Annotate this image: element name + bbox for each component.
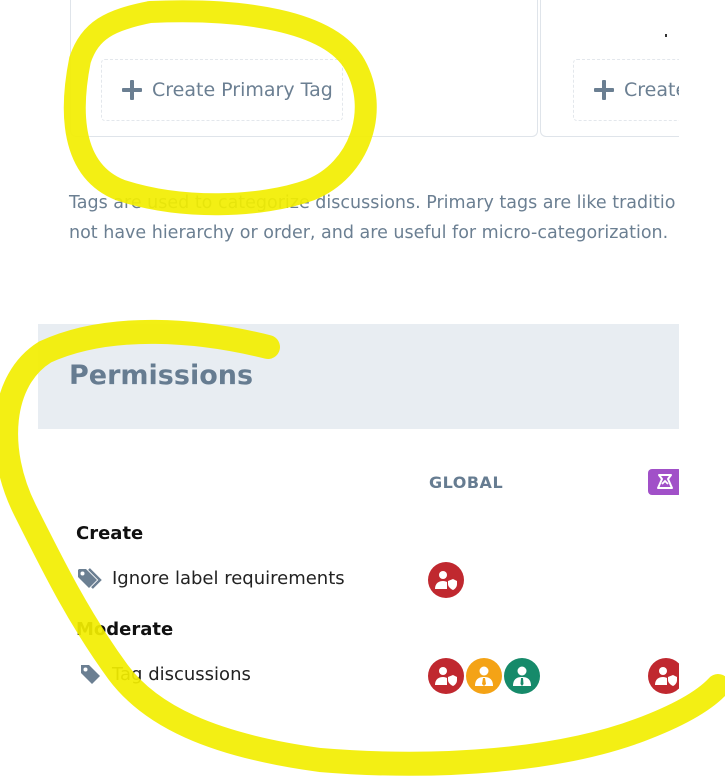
admin-group-badge-tag-column[interactable] [648, 658, 679, 694]
user-tie-icon [475, 666, 493, 686]
create-primary-tag-label: Create Primary Tag [152, 79, 333, 101]
member-group-badge[interactable] [504, 658, 540, 694]
user-icon [513, 666, 531, 686]
permission-row-ignore-label-requirements: Ignore label requirements [76, 566, 345, 590]
permission-label: Ignore label requirements [112, 567, 345, 589]
permission-label: Tag discussions [112, 663, 251, 685]
permissions-title: Permissions [69, 360, 254, 391]
dot-mark [665, 34, 667, 37]
primary-tag-card: Create Primary Tag [70, 0, 538, 137]
user-shield-icon [435, 667, 457, 686]
tag-glyph-icon [657, 474, 673, 489]
column-global: GLOBAL [429, 473, 504, 492]
tag-icon [76, 662, 106, 686]
group-create-label: Create [76, 523, 144, 544]
tags-icon [76, 566, 106, 590]
admin-group-badge[interactable] [428, 658, 464, 694]
permission-row-tag-discussions: Tag discussions [76, 662, 251, 686]
admin-page: Create Primary Tag Create Tags are used … [0, 0, 725, 783]
help-line-2: not have hierarchy or order, and are use… [69, 223, 669, 243]
create-secondary-tag-button[interactable]: Create [573, 59, 679, 121]
tags-help-text: Tags are used to categorize discussions.… [69, 188, 679, 248]
user-shield-icon [435, 571, 457, 590]
create-secondary-tag-label: Create [624, 79, 679, 101]
help-line-1: Tags are used to categorize discussions.… [69, 193, 676, 213]
user-shield-icon [655, 667, 677, 686]
mod-group-badge[interactable] [466, 658, 502, 694]
admin-group-badge[interactable] [428, 562, 464, 598]
group-moderate-label: Moderate [76, 619, 174, 640]
permissions-header: Permissions [38, 324, 679, 429]
tag-column-chip[interactable] [648, 469, 679, 495]
content-area: Create Primary Tag Create Tags are used … [0, 0, 679, 783]
secondary-tag-card: Create [540, 0, 679, 137]
create-primary-tag-button[interactable]: Create Primary Tag [101, 59, 343, 121]
plus-icon [122, 80, 142, 100]
plus-icon [594, 80, 614, 100]
